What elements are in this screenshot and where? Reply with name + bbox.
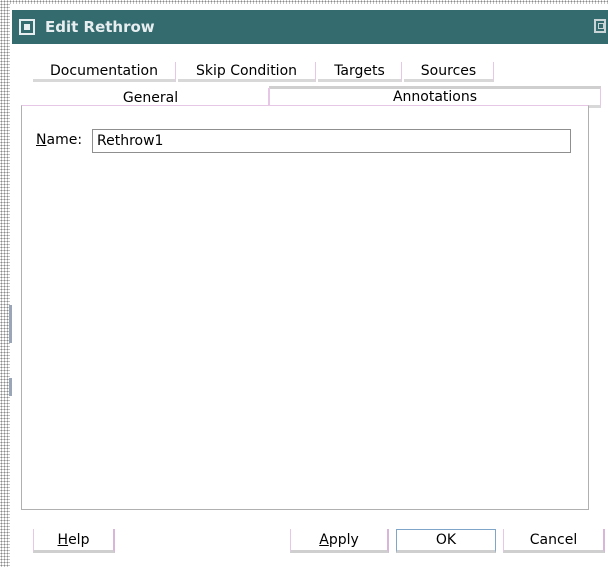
tab-label: General — [122, 90, 179, 106]
dialog-icon[interactable] — [19, 19, 35, 35]
tab-skip-condition[interactable]: Skip Condition — [178, 62, 316, 82]
tab-label: Annotations — [392, 89, 478, 105]
dialog-title: Edit Rethrow — [45, 18, 155, 36]
tab-documentation[interactable]: Documentation — [33, 62, 176, 82]
name-label: Name: — [36, 132, 83, 148]
name-input[interactable] — [92, 129, 571, 153]
tab-targets[interactable]: Targets — [318, 62, 402, 82]
cancel-button[interactable]: Cancel — [503, 529, 605, 553]
ok-button[interactable]: OK — [396, 529, 496, 553]
apply-button[interactable]: Apply — [290, 529, 389, 553]
tab-sources[interactable]: Sources — [404, 62, 494, 82]
dialog-titlebar[interactable]: Edit Rethrow — [12, 10, 608, 44]
background-window-edge — [0, 0, 12, 567]
maximize-icon[interactable] — [594, 19, 606, 33]
tab-label: Targets — [334, 62, 385, 79]
tab-label: Documentation — [50, 62, 158, 79]
tab-label: Sources — [420, 62, 477, 79]
help-button[interactable]: Help — [33, 529, 115, 553]
tab-label: Skip Condition — [195, 62, 298, 79]
general-panel — [21, 105, 589, 510]
